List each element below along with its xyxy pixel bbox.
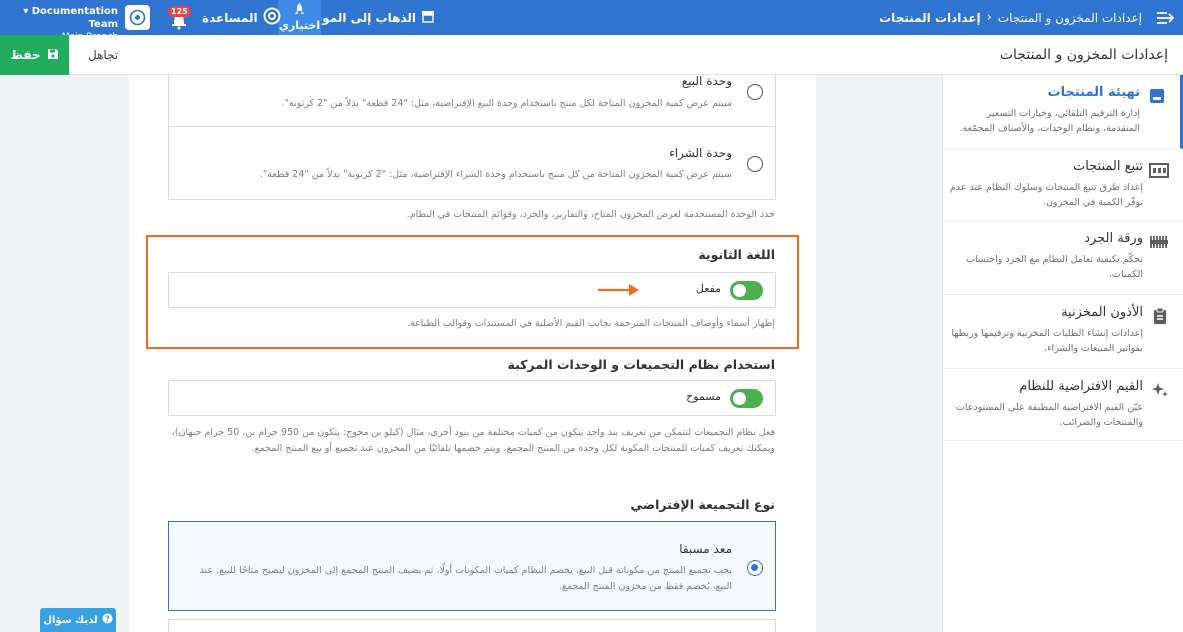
default-bundle-option-prebuilt[interactable]: معد مسبقا يجب تجميع المنتج من مكوناته قب… <box>168 521 776 611</box>
sidebar-item-stock-permissions[interactable]: الأذون المخزنية إعدادات إنشاء الطلبات ال… <box>942 295 1183 369</box>
secondary-language-title: اللغة الثانوية <box>698 247 775 262</box>
product-box-icon <box>1148 87 1166 105</box>
store-icon <box>421 10 435 26</box>
notifications-bell-icon[interactable]: 125 <box>168 6 191 30</box>
option-desc: يجب تجميع المنتج من مكوناته قبل البيع. ي… <box>199 565 732 592</box>
svg-text:?: ? <box>105 615 110 624</box>
beta-label: اختياري <box>278 19 321 32</box>
display-unit-option-sales[interactable]: وحدة البيع سيتم عرض كمية المخزون المتاحة… <box>169 75 775 127</box>
display-unit-option-purchase[interactable]: وحدة الشراء سيتم عرض كمية المخزون المتاح… <box>169 127 775 200</box>
lifebuoy-icon <box>263 7 281 28</box>
visit-site-label: الذهاب إلى الموقع <box>306 10 416 25</box>
barcode-icon <box>1150 233 1169 251</box>
default-bundle-option-next[interactable] <box>168 619 776 632</box>
page-header: إعدادات المخزون و المنتجات حفظ تجاهل <box>0 35 1183 75</box>
floppy-disk-icon <box>47 48 59 63</box>
display-unit-options: وحدة البيع سيتم عرض كمية المخزون المتاحة… <box>168 75 776 200</box>
sidebar-item-products-tracking[interactable]: تتبع المنتجات إعداد طرق تتبع المنتجات وس… <box>942 149 1183 221</box>
notifications-count: 125 <box>168 6 191 17</box>
ask-question-label: لديك سؤال <box>43 614 98 626</box>
sidebar-item-desc: إعدادات إنشاء الطلبات المخزنية وترقيمها … <box>951 328 1143 354</box>
beta-button[interactable]: اختياري <box>278 0 321 35</box>
option-desc: سيتم عرض كمية المخزون المتاحة لكل منتج ب… <box>281 98 732 109</box>
secondary-language-field: مفعل <box>168 272 776 308</box>
page-title: إعدادات المخزون و المنتجات <box>999 47 1168 63</box>
secondary-language-help: إظهار أسماء وأوصاف المنتجات المترجمة بجا… <box>406 318 775 329</box>
arrow-right-icon <box>598 284 639 296</box>
org-name: Documentation Team <box>31 6 118 30</box>
sidebar-item-desc: عيّن القيم الافتراضية المطبقة على المستو… <box>955 402 1143 428</box>
ask-question-button[interactable]: ? لديك سؤال <box>40 608 116 632</box>
tracking-icon <box>1149 161 1169 179</box>
default-bundle-title: نوع التجميعة الإفتراضي <box>630 497 775 512</box>
radio-purchase-unit[interactable] <box>747 156 763 172</box>
ignore-button[interactable]: تجاهل <box>88 35 118 75</box>
sidebar-item-system-defaults[interactable]: القيم الافتراضية للنظام عيّن القيم الافت… <box>942 369 1183 441</box>
menu-toggle-icon[interactable] <box>1146 0 1183 35</box>
sidebar-item-desc: إدارة الترقيم التلقائي، وخيارات التسعير … <box>959 108 1140 134</box>
breadcrumb-item-products: إعدادات المنتجات <box>879 10 981 25</box>
visit-site-link[interactable]: الذهاب إلى الموقع <box>306 0 435 35</box>
bundles-help: فعل نظام التجميعات لتتمكن من تعريف بند و… <box>171 427 775 454</box>
bundles-field: مسموح <box>168 380 776 416</box>
breadcrumb: إعدادات المخزون و المنتجات ‹ إعدادات الم… <box>879 0 1142 35</box>
sidebar-item-title: الأذون المخزنية <box>1061 305 1143 320</box>
help-label: المساعدة <box>202 10 258 25</box>
settings-main: وحدة البيع سيتم عرض كمية المخزون المتاحة… <box>129 75 816 632</box>
option-desc: سيتم عرض كمية المخزون المتاحة من كل منتج… <box>259 169 732 180</box>
chevron-left-icon: ‹ <box>986 10 992 25</box>
sidebar-item-products-setup[interactable]: تهيئة المنتجات إدارة الترقيم التلقائي، و… <box>942 75 1183 149</box>
breadcrumb-item-inventory[interactable]: إعدادات المخزون و المنتجات <box>998 11 1142 25</box>
radio-sales-unit[interactable] <box>747 84 763 100</box>
sidebar-item-title: ورقة الجرد <box>1084 231 1143 246</box>
bundles-title: استخدام نظام التجميعات و الوحدات المركبة <box>507 357 775 372</box>
sidebar-item-title: تهيئة المنتجات <box>1047 85 1140 100</box>
radio-prebuilt[interactable] <box>747 560 763 576</box>
option-title: معد مسبقا <box>679 542 732 556</box>
sidebar-item-title: تتبع المنتجات <box>1072 159 1143 174</box>
secondary-language-status: مفعل <box>695 282 721 295</box>
save-label: حفظ <box>10 48 41 62</box>
question-circle-icon: ? <box>102 613 113 627</box>
save-button[interactable]: حفظ <box>0 35 69 75</box>
option-title: وحدة الشراء <box>669 146 732 160</box>
org-logo-icon[interactable] <box>125 5 150 30</box>
option-title: وحدة البيع <box>681 75 732 88</box>
settings-sidebar: تهيئة المنتجات إدارة الترقيم التلقائي، و… <box>942 75 1183 632</box>
bundles-status: مسموح <box>686 390 721 403</box>
bundles-toggle[interactable] <box>730 389 763 408</box>
help-link[interactable]: المساعدة <box>202 0 281 35</box>
clipboard-icon <box>1151 307 1169 325</box>
top-bar: إعدادات المخزون و المنتجات ‹ إعدادات الم… <box>0 0 1183 42</box>
sidebar-item-stocktaking[interactable]: ورقة الجرد تحكّم بكيفية تعامل النظام مع … <box>942 221 1183 295</box>
sparkles-icon <box>1151 381 1169 399</box>
sidebar-item-desc: إعداد طرق تتبع المنتجات وسلوك النظام عند… <box>949 182 1143 208</box>
chevron-down-icon: ▾ <box>23 6 32 17</box>
sidebar-item-title: القيم الافتراضية للنظام <box>1019 379 1143 394</box>
secondary-language-toggle[interactable] <box>730 281 763 300</box>
display-unit-help: حدد الوحدة المستخدمة لعرض المخزون المتاح… <box>406 209 775 220</box>
sidebar-item-desc: تحكّم بكيفية تعامل النظام مع الجرد واحتس… <box>966 254 1143 280</box>
rocket-icon <box>294 3 305 19</box>
